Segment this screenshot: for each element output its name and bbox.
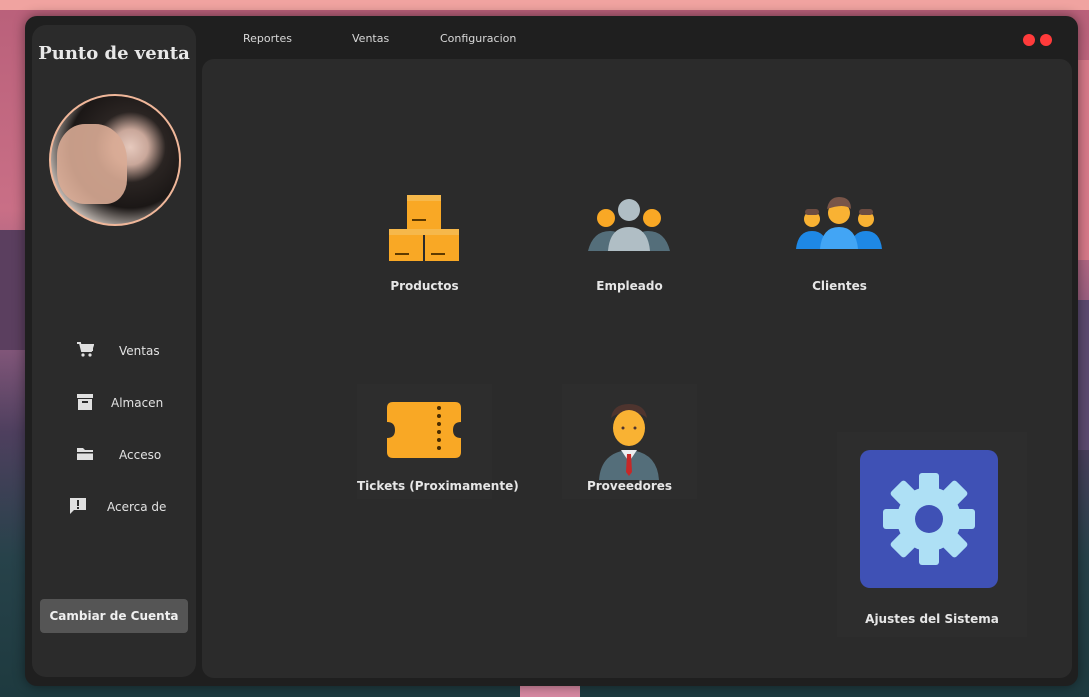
minimize-button[interactable] xyxy=(1023,34,1035,46)
tile-empleado[interactable]: Empleado xyxy=(572,179,687,299)
sidebar-item-almacen[interactable]: Almacen xyxy=(32,385,196,437)
tile-productos[interactable]: Productos xyxy=(367,179,482,299)
clients-icon xyxy=(796,197,882,249)
tile-label: Ajustes del Sistema xyxy=(865,612,999,626)
tile-clientes[interactable]: Clientes xyxy=(782,179,897,299)
switch-account-button[interactable]: Cambiar de Cuenta xyxy=(40,599,188,633)
sidebar-nav: Ventas Almacen Acceso Acerca de xyxy=(32,333,196,541)
sidebar-item-ventas[interactable]: Ventas xyxy=(32,333,196,385)
avatar xyxy=(49,94,181,226)
tile-label: Clientes xyxy=(812,279,867,293)
tile-label: Empleado xyxy=(596,279,663,293)
main-panel: Productos Empleado Clientes Tickets (Pro… xyxy=(202,59,1072,678)
sidebar-item-label: Acerca de xyxy=(107,500,167,514)
app-title: Punto de venta xyxy=(38,43,190,64)
tile-label: Proveedores xyxy=(586,479,673,493)
sidebar: Punto de venta Ventas Almacen Acceso Ace… xyxy=(32,25,196,677)
archive-icon xyxy=(77,394,93,410)
boxes-icon xyxy=(389,195,459,261)
settings-icon-box xyxy=(860,450,998,588)
tile-label: Tickets (Proximamente) xyxy=(357,479,519,493)
app-window: Punto de venta Ventas Almacen Acceso Ace… xyxy=(25,16,1078,686)
tile-label: Productos xyxy=(390,279,459,293)
ticket-icon xyxy=(387,402,461,458)
menu-reportes[interactable]: Reportes xyxy=(243,32,292,45)
menu-configuracion[interactable]: Configuracion xyxy=(440,32,516,45)
group-icon xyxy=(588,199,670,251)
gear-icon xyxy=(883,473,975,565)
cart-icon xyxy=(77,342,94,357)
sidebar-item-label: Acceso xyxy=(119,448,162,462)
menu-ventas[interactable]: Ventas xyxy=(352,32,389,45)
sidebar-item-label: Ventas xyxy=(119,344,160,358)
tile-tickets[interactable]: Tickets (Proximamente) xyxy=(357,384,519,499)
tile-settings[interactable]: Ajustes del Sistema xyxy=(837,432,1027,637)
sidebar-item-acerca[interactable]: Acerca de xyxy=(32,489,196,541)
sidebar-item-label: Almacen xyxy=(111,396,164,410)
alert-message-icon xyxy=(70,498,86,514)
sidebar-item-acceso[interactable]: Acceso xyxy=(32,437,196,489)
businessman-icon xyxy=(599,404,659,480)
tile-proveedores[interactable]: Proveedores xyxy=(562,384,697,499)
close-button[interactable] xyxy=(1040,34,1052,46)
folder-icon xyxy=(77,448,93,460)
